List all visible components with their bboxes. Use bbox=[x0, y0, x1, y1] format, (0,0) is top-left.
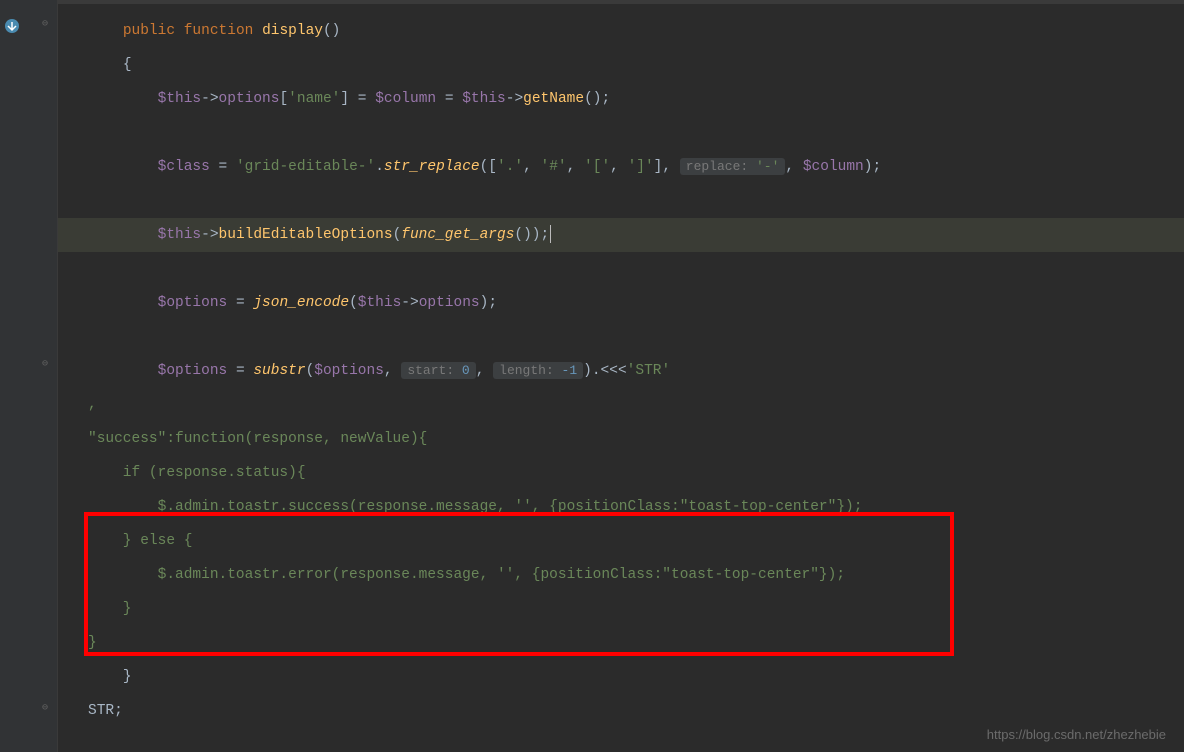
code-line: if (response.status){ bbox=[58, 456, 1184, 490]
code-line: } bbox=[58, 660, 1184, 694]
code-line: STR; bbox=[58, 694, 1184, 728]
fold-icon[interactable]: ⊖ bbox=[42, 18, 54, 30]
editor-gutter: ⊖ ⊖ ⊖ bbox=[0, 0, 58, 752]
code-line bbox=[58, 184, 1184, 218]
code-line: "success":function(response, newValue){ bbox=[58, 422, 1184, 456]
code-line: public function display() bbox=[58, 14, 1184, 48]
code-editor[interactable]: public function display() { $this->optio… bbox=[58, 0, 1184, 752]
fold-icon[interactable]: ⊖ bbox=[42, 702, 54, 714]
code-line: , bbox=[58, 388, 1184, 422]
code-line: $this->options['name'] = $column = $this… bbox=[58, 82, 1184, 116]
code-line: } bbox=[58, 592, 1184, 626]
code-line bbox=[58, 252, 1184, 286]
code-line: } bbox=[58, 626, 1184, 660]
param-hint: start: 0 bbox=[401, 362, 475, 379]
watermark-text: https://blog.csdn.net/zhezhebie bbox=[987, 727, 1166, 742]
code-line bbox=[58, 116, 1184, 150]
text-cursor bbox=[550, 225, 551, 243]
code-line: { bbox=[58, 48, 1184, 82]
code-line: $class = 'grid-editable-'.str_replace(['… bbox=[58, 150, 1184, 184]
override-icon bbox=[4, 18, 20, 34]
code-line-active: $this->buildEditableOptions(func_get_arg… bbox=[58, 218, 1184, 252]
code-line: $.admin.toastr.error(response.message, '… bbox=[58, 558, 1184, 592]
param-hint: length: -1 bbox=[493, 362, 583, 379]
code-line: $options = substr($options, start: 0, le… bbox=[58, 354, 1184, 388]
fold-icon[interactable]: ⊖ bbox=[42, 358, 54, 370]
code-line: $.admin.toastr.success(response.message,… bbox=[58, 490, 1184, 524]
param-hint: replace: '-' bbox=[680, 158, 786, 175]
code-line: } else { bbox=[58, 524, 1184, 558]
code-line: $options = json_encode($this->options); bbox=[58, 286, 1184, 320]
code-line bbox=[58, 320, 1184, 354]
